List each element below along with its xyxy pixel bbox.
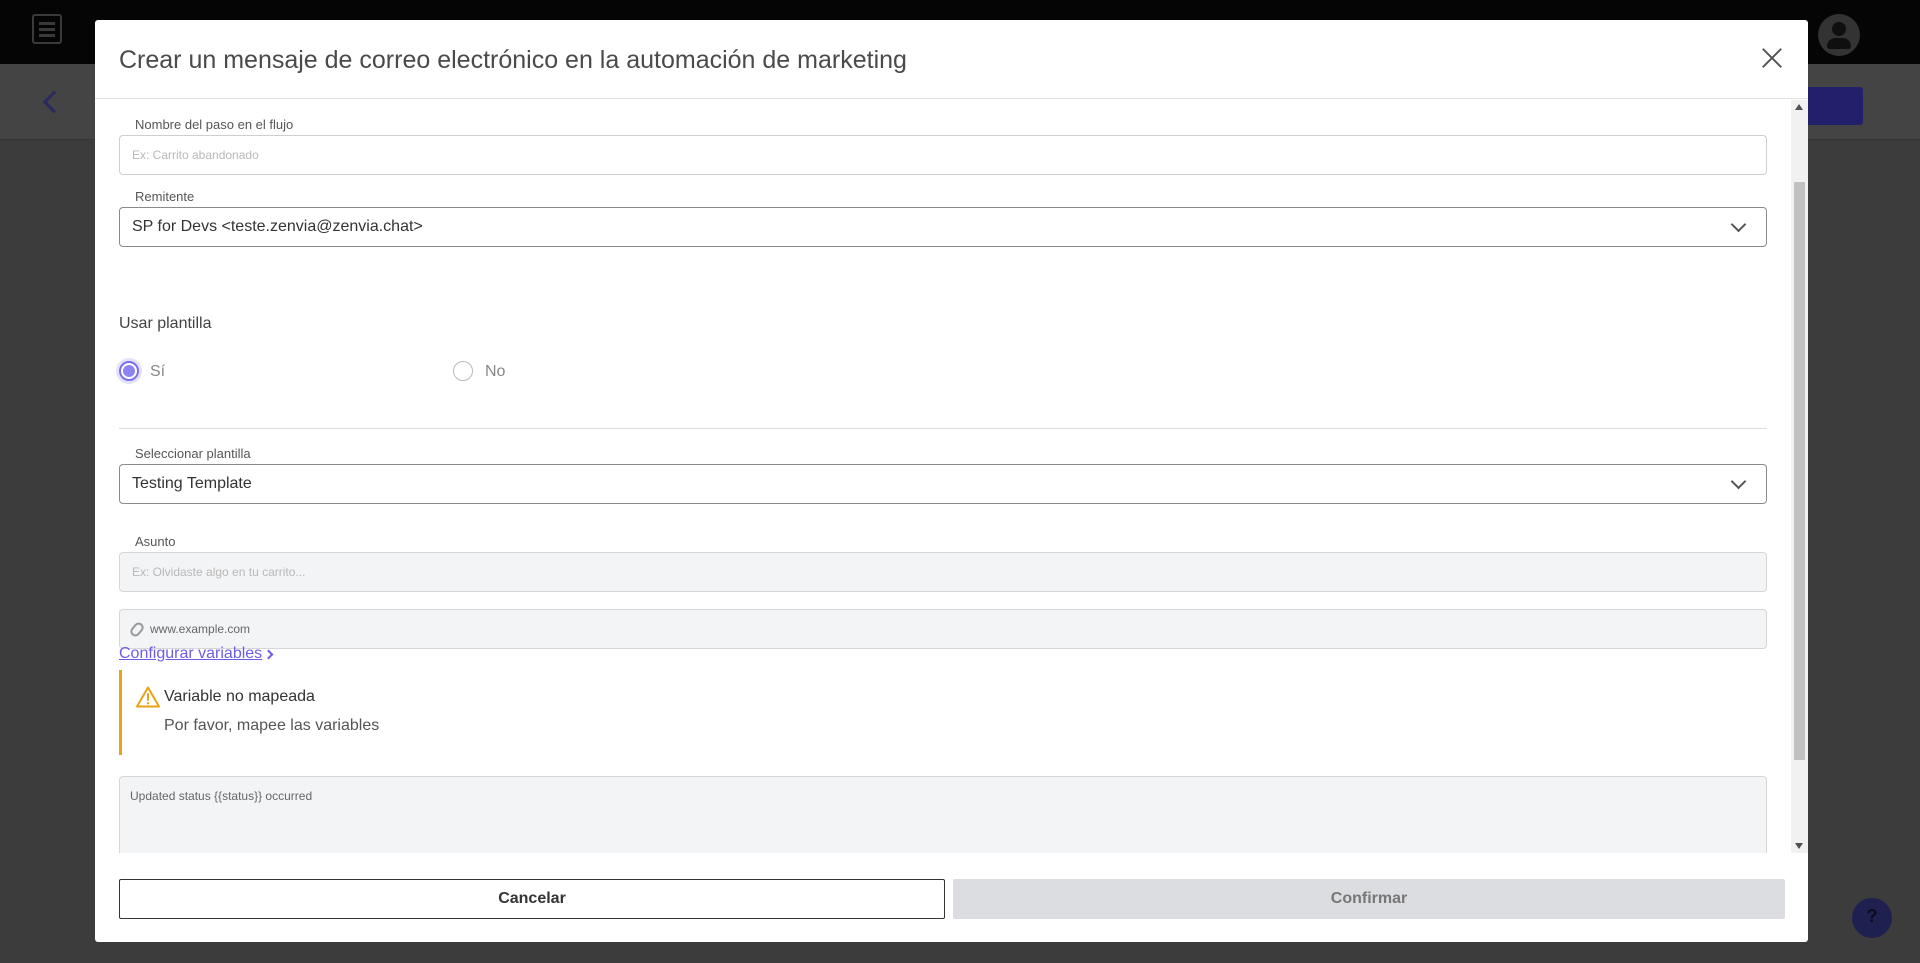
chevron-right-icon[interactable] xyxy=(263,649,274,660)
sender-value: SP for Devs <teste.zenvia@zenvia.chat> xyxy=(132,218,423,235)
paperclip-icon xyxy=(128,620,146,639)
scroll-up-icon[interactable] xyxy=(1795,104,1803,110)
modal-body[interactable]: Nombre del paso en el flujo Ex: Carrito … xyxy=(95,100,1791,853)
modal-header: Crear un mensaje de correo electrónico e… xyxy=(95,20,1808,99)
cancel-button[interactable]: Cancelar xyxy=(119,879,945,919)
step-name-input[interactable]: Ex: Carrito abandonado xyxy=(119,135,1767,175)
help-icon xyxy=(1852,898,1892,938)
modal-title: Crear un mensaje de correo electrónico e… xyxy=(119,46,907,74)
warning-icon xyxy=(136,686,160,708)
sender-select[interactable]: SP for Devs <teste.zenvia@zenvia.chat> xyxy=(119,207,1767,247)
step-name-placeholder: Ex: Carrito abandonado xyxy=(132,148,259,162)
scroll-down-icon[interactable] xyxy=(1795,843,1803,849)
alert-text: Por favor, mapee las variables xyxy=(164,717,380,734)
step-name-label: Nombre del paso en el flujo xyxy=(135,117,294,132)
close-icon[interactable] xyxy=(1758,44,1786,72)
confirm-button[interactable]: Confirmar xyxy=(953,879,1785,919)
sender-label: Remitente xyxy=(135,189,195,204)
message-body-value: Updated status {{status}} occurred xyxy=(130,789,313,803)
radio-yes-label[interactable]: Sí xyxy=(150,363,165,381)
create-email-modal: Crear un mensaje de correo electrónico e… xyxy=(95,20,1808,942)
chevron-down-icon xyxy=(1730,473,1747,490)
message-body-textarea[interactable]: Updated status {{status}} occurred xyxy=(119,776,1767,853)
radio-yes[interactable] xyxy=(119,361,139,381)
radio-no-label[interactable]: No xyxy=(485,363,505,381)
app-logo-icon xyxy=(32,14,62,44)
use-template-label: Usar plantilla xyxy=(119,315,212,332)
chevron-down-icon xyxy=(1730,216,1747,233)
subject-label: Asunto xyxy=(135,534,176,549)
unmapped-variable-alert: Variable no mapeada Por favor, mapee las… xyxy=(119,670,1767,755)
section-divider xyxy=(119,428,1767,429)
scroll-thumb[interactable] xyxy=(1794,182,1805,760)
template-label: Seleccionar plantilla xyxy=(135,446,251,461)
user-avatar-icon xyxy=(1818,14,1860,56)
subject-input[interactable]: Ex: Olvidaste algo en tu carrito... xyxy=(119,552,1767,592)
attachment-input[interactable]: www.example.com xyxy=(119,609,1767,649)
template-value: Testing Template xyxy=(132,475,252,492)
template-select[interactable]: Testing Template xyxy=(119,464,1767,504)
subject-placeholder: Ex: Olvidaste algo en tu carrito... xyxy=(132,565,306,579)
alert-title: Variable no mapeada xyxy=(164,688,315,705)
radio-no[interactable] xyxy=(453,361,473,381)
attachment-value: www.example.com xyxy=(150,622,251,636)
configure-variables-link[interactable]: Configurar variables xyxy=(119,645,262,663)
modal-scrollbar[interactable] xyxy=(1791,100,1808,853)
